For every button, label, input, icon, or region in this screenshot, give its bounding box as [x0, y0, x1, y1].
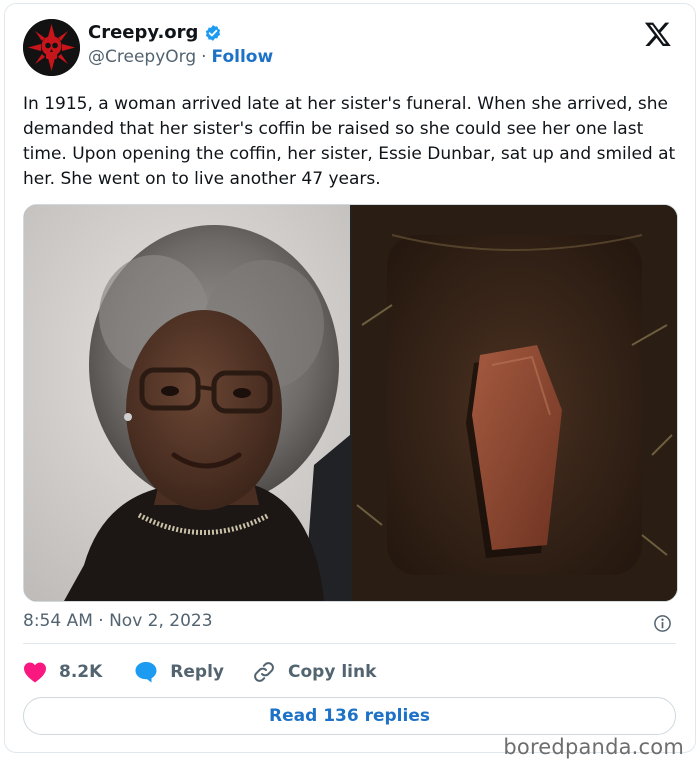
copy-link-button[interactable]: Copy link: [252, 660, 376, 684]
heart-icon: [24, 662, 46, 683]
author-handle-row: @CreepyOrg · Follow: [88, 47, 273, 67]
portrait-photo[interactable]: [24, 205, 350, 601]
tweet-text: In 1915, a woman arrived late at her sis…: [23, 94, 676, 189]
avatar[interactable]: [23, 19, 80, 76]
reply-label: Reply: [170, 662, 224, 682]
info-icon[interactable]: [653, 614, 672, 633]
author-handle[interactable]: @CreepyOrg: [88, 47, 196, 67]
like-count: 8.2K: [59, 662, 103, 682]
portrait-illustration: [24, 205, 350, 601]
link-icon: [254, 662, 274, 682]
copy-link-label: Copy link: [288, 662, 377, 682]
follow-button[interactable]: Follow: [212, 47, 274, 67]
watermark: boredpanda.com: [503, 735, 684, 759]
coffin-grave-photo[interactable]: [352, 205, 677, 601]
skull-logo-icon: [23, 19, 80, 76]
author-name-row: Creepy.org: [88, 22, 222, 43]
author-display-name[interactable]: Creepy.org: [88, 22, 198, 43]
handle-separator: ·: [201, 47, 207, 67]
coffin-illustration: [352, 205, 677, 601]
media-grid[interactable]: [23, 204, 678, 602]
verified-badge-icon: [206, 24, 221, 41]
read-replies-button[interactable]: Read 136 replies: [23, 697, 676, 735]
x-logo-icon[interactable]: [644, 20, 672, 48]
tweet-timestamp[interactable]: 8:54 AM · Nov 2, 2023: [23, 611, 213, 631]
action-bar: 8.2K Reply Copy link: [23, 660, 376, 684]
reply-button[interactable]: Reply: [134, 661, 224, 683]
reply-bubble-icon: [135, 662, 157, 683]
like-button[interactable]: 8.2K: [23, 661, 102, 683]
divider: [23, 643, 676, 644]
